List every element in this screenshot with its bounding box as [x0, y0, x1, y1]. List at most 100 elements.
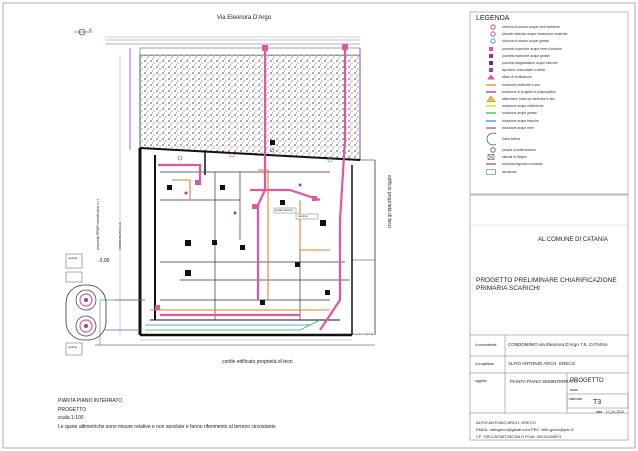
line-yellow-icon	[486, 103, 496, 109]
drawing-sheet: LEGENDA colonna di scarico acque nere es…	[0, 0, 638, 451]
room-label: locale tecnico	[275, 208, 294, 212]
room-label: cantina	[68, 256, 78, 260]
legend-row: pozzetto disgrassatore acque bianche	[486, 60, 558, 66]
property-label-left: proprietà PROFI beneficiario s.r.l.	[96, 198, 100, 250]
legend-row: tubazione acque grasse	[486, 110, 537, 116]
circle-big-icon	[486, 132, 496, 146]
legend-label: pozzetto ispezione acque grasse	[502, 53, 551, 58]
line-blue-icon	[486, 118, 496, 124]
legend-row: pluviale interrato acque meteoriche esis…	[486, 31, 567, 37]
line-green-icon	[486, 110, 496, 116]
building-walls	[138, 147, 361, 337]
triangle-pink-icon	[486, 74, 496, 80]
legend-label: valvola di ritegno	[502, 155, 527, 160]
circle-green-icon	[486, 38, 496, 44]
legend-row: colonna di scarico acque grasse	[486, 38, 549, 44]
legend-label: pozzetto disgrassatore acque bianche	[502, 61, 558, 65]
legend-label: aerazione	[502, 169, 517, 174]
legend-row: tubazione acque nere	[486, 125, 534, 131]
circle-red-icon	[486, 24, 496, 30]
circle-pump-icon	[486, 147, 496, 153]
title-block-frame	[469, 194, 629, 441]
date-value: 17_04_2015	[606, 410, 624, 414]
note-box	[65, 271, 83, 283]
designer-label: il progettista	[475, 362, 494, 366]
square-magenta-icon	[486, 53, 496, 59]
legend-label: ispezione orizzontale a sifone	[502, 68, 546, 73]
courtyard-label: cortile edificato proprietà di terzi	[222, 359, 293, 365]
scale-label: scala	[570, 388, 578, 392]
note-line-2: PROGETTO	[58, 407, 86, 413]
table-label: elaborato	[569, 397, 583, 401]
note-line-3: scala 1:100	[58, 415, 84, 421]
legend-label: tubazione acque grasse	[502, 111, 538, 116]
contact-cf: CF: GRCLNT68T15C351O P.IVA: 05210100874	[476, 434, 562, 439]
legend-row: tubazione acque meteoriche	[486, 103, 543, 109]
legend-label: tubazione esistente in pvc	[502, 82, 540, 87]
bottom-right-note: corte esterna di proprietà	[340, 332, 374, 336]
date-label: data	[596, 410, 603, 414]
legend-label: pluviale interrato acque meteoriche esis…	[502, 32, 568, 37]
legend-row: pozzetto ispezione acque grasse	[486, 53, 550, 59]
level-label: -3,00	[98, 258, 110, 264]
legend-row: aerazione	[486, 168, 517, 175]
legend-label: sfiato di ventilazione	[502, 75, 532, 80]
wall-label-left: cordolo muro in c.a.	[118, 222, 122, 250]
line-warn-icon	[486, 96, 496, 102]
square-pink-icon	[486, 46, 496, 52]
legend-label: tubazione acque meteoriche	[502, 104, 544, 109]
rect-hatch-icon	[486, 168, 496, 175]
legend-row: tubazione di progetto in polipropilene	[486, 89, 556, 95]
north-label: N	[89, 28, 92, 32]
square-small-icon	[486, 67, 496, 73]
table-value: T3	[593, 399, 602, 406]
client-value: CONDOMINIO via Eleonora D'Argo 7,9, CATA…	[508, 342, 608, 347]
legend-row: valvola di ritegno	[486, 154, 527, 160]
line-orange-icon	[486, 82, 496, 88]
line-magenta-icon	[486, 89, 496, 95]
project-title: PROGETTO PRELIMINARE CHIARIFICAZIONE PRI…	[476, 277, 624, 293]
line-red-icon	[486, 161, 496, 167]
note-line-1: PIANTA PIANO INTERRATO	[58, 398, 123, 404]
legend-label: condotta fognaria comunale	[502, 162, 543, 167]
contact-email: EMAIL: alfiogreco@gmail.com PEC: alfio.g…	[476, 427, 574, 432]
building-label-right: edificio proprietà di terzi	[386, 175, 392, 228]
square-purple-icon	[486, 60, 496, 66]
box-x-icon	[486, 154, 496, 160]
legend-label: tubazione acque bianche	[502, 118, 539, 123]
legend-row: sfiato di ventilazione	[486, 74, 532, 80]
legend-row: fossa settica	[486, 132, 520, 146]
room-label: cantina	[298, 214, 308, 218]
legend-row: pozzetto ispezione acque nere e bianche	[486, 46, 562, 52]
designer-value: ALFIO ANTONIO ARCH. GRECO	[508, 361, 576, 366]
legend-title: LEGENDA	[476, 15, 510, 22]
room-label: cantina	[68, 345, 78, 349]
legend-label: pozzetto ispezione acque nere e bianche	[502, 46, 562, 51]
legend-label: tubazione di progetto in polipropilene	[502, 89, 556, 94]
legend-row: ispezione orizzontale a sifone	[486, 67, 545, 73]
legend-label: colonna di scarico acque grasse	[502, 39, 550, 44]
street-label: Via Eleonora D'Argo	[217, 15, 272, 21]
note-line-4: Le quote altimetriche sono misure relati…	[58, 424, 276, 430]
legend-row: pompa di sollevamento	[486, 147, 536, 153]
legend-label: attenzione: tratto da verificare in sito	[502, 97, 555, 101]
subject-label: oggetto	[475, 379, 487, 383]
legend-row: condotta fognaria comunale	[486, 161, 543, 167]
client-label: il committente	[475, 343, 497, 347]
phase-label: PROGETTO	[570, 378, 604, 384]
stippled-courtyard	[139, 54, 361, 161]
circle-purple-icon	[486, 31, 496, 37]
legend-label: tubazione acque nere	[502, 125, 534, 130]
legend-label: fossa settica	[502, 137, 521, 141]
legend-label: pompa di sollevamento	[502, 148, 536, 152]
line-purple-icon	[486, 125, 496, 131]
legend-row: tubazione acque bianche	[486, 118, 539, 124]
legend-row: attenzione: tratto da verificare in sito	[486, 96, 555, 102]
legend-row: colonna di scarico acque nere esistente	[486, 24, 560, 30]
subject-value: PIANTA PIANO SEMINTERRATO	[510, 379, 578, 384]
contact-name: ALFIO ANTONIO ARCH. GRECO	[476, 420, 536, 425]
legend-row: tubazione esistente in pvc	[486, 82, 540, 88]
authority-label: AL COMUNE DI CATANIA	[538, 237, 608, 243]
project-title-text: PROGETTO PRELIMINARE CHIARIFICAZIONE PRI…	[476, 277, 617, 292]
legend-label: colonna di scarico acque nere esistente	[502, 25, 560, 29]
